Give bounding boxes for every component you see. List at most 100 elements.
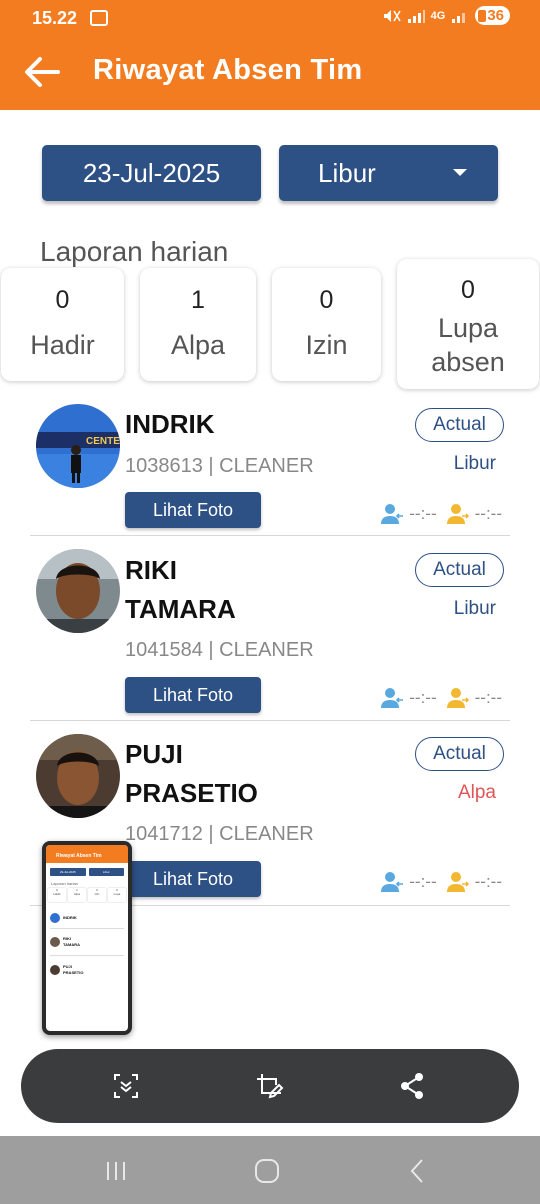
employee-name-first: PUJI — [125, 739, 183, 769]
lupa-label: Lupa absen — [431, 313, 505, 377]
thumb-name: INDRIK — [63, 915, 77, 920]
lihat-foto-button[interactable]: Lihat Foto — [125, 492, 261, 528]
user-arrow-in-icon — [381, 504, 404, 524]
thumb-date: 23-Jul-2025 — [50, 868, 86, 876]
employee-name-last: PRASETIO — [125, 778, 258, 808]
mute-icon — [383, 9, 401, 22]
izin-label: Izin — [305, 330, 348, 360]
avatar-banner-text: CENTER — [86, 436, 120, 447]
thumb-card: 0 Izin — [88, 888, 106, 902]
employee-meta: 1041584 | CLEANER — [125, 639, 314, 661]
alpa-label: Alpa — [170, 330, 226, 360]
thumb-status: Libur — [88, 868, 124, 876]
network-type: 4G — [430, 9, 446, 22]
clock-in-time: --:-- — [409, 504, 437, 523]
thumb-name: PRASETIO — [63, 969, 84, 975]
screenshot-toolbar — [21, 1049, 519, 1123]
status-time: 15.22 — [32, 8, 78, 28]
share-icon[interactable] — [397, 1071, 427, 1101]
employee-name-last: TAMARA — [125, 594, 236, 624]
signal-icon-2 — [452, 12, 466, 23]
avatar: CENTER — [36, 404, 120, 488]
thumb-label: Lupa — [113, 892, 121, 896]
thumb-label: Alpa — [73, 892, 80, 896]
date-picker-button[interactable]: 23-Jul-2025 — [42, 145, 261, 201]
back-arrow-icon[interactable] — [22, 52, 62, 92]
thumb-row: RIKI TAMARA — [50, 929, 124, 956]
thumb-avatar — [50, 937, 60, 947]
status-dropdown-value: Libur — [318, 157, 376, 188]
employee-name-first: RIKI — [125, 555, 177, 585]
lihat-foto-button[interactable]: Lihat Foto — [125, 677, 261, 713]
clock-out-time: --:-- — [474, 688, 502, 707]
user-arrow-out-icon — [446, 504, 469, 524]
employee-meta: 1038613 | CLEANER — [125, 455, 314, 477]
attendance-status: Libur — [453, 453, 496, 474]
scroll-capture-icon[interactable] — [111, 1071, 141, 1101]
thumb-header: Riwayat Absen Tim — [46, 845, 128, 863]
screen-record-icon — [90, 10, 108, 26]
system-nav-bar — [0, 1136, 540, 1204]
thumb-avatar — [50, 964, 60, 975]
thumb-avatar — [50, 913, 60, 923]
actual-badge[interactable]: Actual — [415, 737, 504, 771]
thumb-row: INDRIK — [50, 908, 124, 929]
status-dropdown[interactable]: Libur — [279, 145, 498, 201]
status-indicators: 4G 36 — [383, 6, 510, 25]
summary-card-alpa[interactable]: 1 Alpa — [140, 268, 256, 381]
back-nav-icon[interactable] — [403, 1156, 433, 1186]
time-group: --:-- --:-- — [381, 871, 502, 893]
thumb-cards: 0 Hadir 1 Alpa 0 Izin 0 Lupa — [46, 886, 128, 904]
user-arrow-in-icon — [381, 872, 404, 892]
attendance-status: Alpa — [457, 782, 496, 803]
clock-in-time: --:-- — [409, 872, 437, 891]
thumb-card: 1 Alpa — [68, 888, 86, 902]
user-arrow-out-icon — [446, 688, 469, 708]
section-label: Laporan harian — [40, 236, 229, 267]
summary-card-izin[interactable]: 0 Izin — [272, 268, 381, 381]
hadir-count: 0 — [55, 286, 70, 314]
recents-icon[interactable] — [101, 1156, 131, 1186]
clock-in-time: --:-- — [409, 688, 437, 707]
alpa-count: 1 — [191, 286, 205, 314]
summary-card-hadir[interactable]: 0 Hadir — [1, 268, 124, 381]
signal-icon — [407, 9, 425, 23]
edit-crop-icon[interactable] — [254, 1071, 284, 1101]
clock-out-time: --:-- — [474, 872, 502, 891]
time-group: --:-- --:-- — [381, 687, 502, 709]
thumb-list: INDRIK RIKI TAMARA PUJI PRASETIO — [46, 904, 128, 983]
thumb-label: Hadir — [53, 892, 61, 896]
clock-out-time: --:-- — [474, 504, 502, 523]
thumbnail-preview: Riwayat Absen Tim 23-Jul-2025 Libur Lapo… — [46, 845, 128, 1031]
summary-card-lupa-absen[interactable]: 0 Lupa absen — [397, 259, 539, 389]
employee-meta: 1041712 | CLEANER — [125, 823, 314, 845]
thumb-filters: 23-Jul-2025 Libur — [46, 863, 128, 881]
thumb-name: PUJI — [63, 963, 72, 969]
thumb-name: RIKI — [63, 936, 71, 941]
thumb-card: 0 Lupa — [108, 888, 126, 902]
thumb-card: 0 Hadir — [48, 888, 66, 902]
actual-badge[interactable]: Actual — [415, 553, 504, 587]
lupa-count: 0 — [461, 276, 475, 304]
home-icon[interactable] — [252, 1156, 282, 1186]
app-header: 15.22 4G 36 Riwayat Absen Tim — [0, 0, 540, 110]
hadir-label: Hadir — [30, 330, 95, 360]
caret-down-icon — [453, 169, 467, 176]
employee-row[interactable]: RIKI TAMARA 1041584 | CLEANER Lihat Foto… — [30, 536, 510, 721]
time-group: --:-- --:-- — [381, 503, 502, 525]
thumb-name: TAMARA — [63, 942, 81, 947]
actual-badge[interactable]: Actual — [415, 408, 504, 442]
avatar — [36, 734, 120, 818]
user-arrow-out-icon — [446, 872, 469, 892]
thumb-label: Izin — [94, 892, 100, 896]
attendance-status: Libur — [453, 598, 496, 619]
employee-name: INDRIK — [125, 409, 215, 439]
screenshot-thumbnail[interactable]: Riwayat Absen Tim 23-Jul-2025 Libur Lapo… — [42, 841, 132, 1035]
page-title: Riwayat Absen Tim — [93, 54, 363, 86]
thumb-row: PUJI PRASETIO — [50, 956, 124, 983]
battery-indicator: 36 — [475, 6, 510, 25]
izin-count: 0 — [319, 286, 334, 314]
lihat-foto-button[interactable]: Lihat Foto — [125, 861, 261, 897]
user-arrow-in-icon — [381, 688, 404, 708]
employee-row[interactable]: CENTER INDRIK 1038613 | CLEANER Lihat Fo… — [30, 392, 510, 536]
